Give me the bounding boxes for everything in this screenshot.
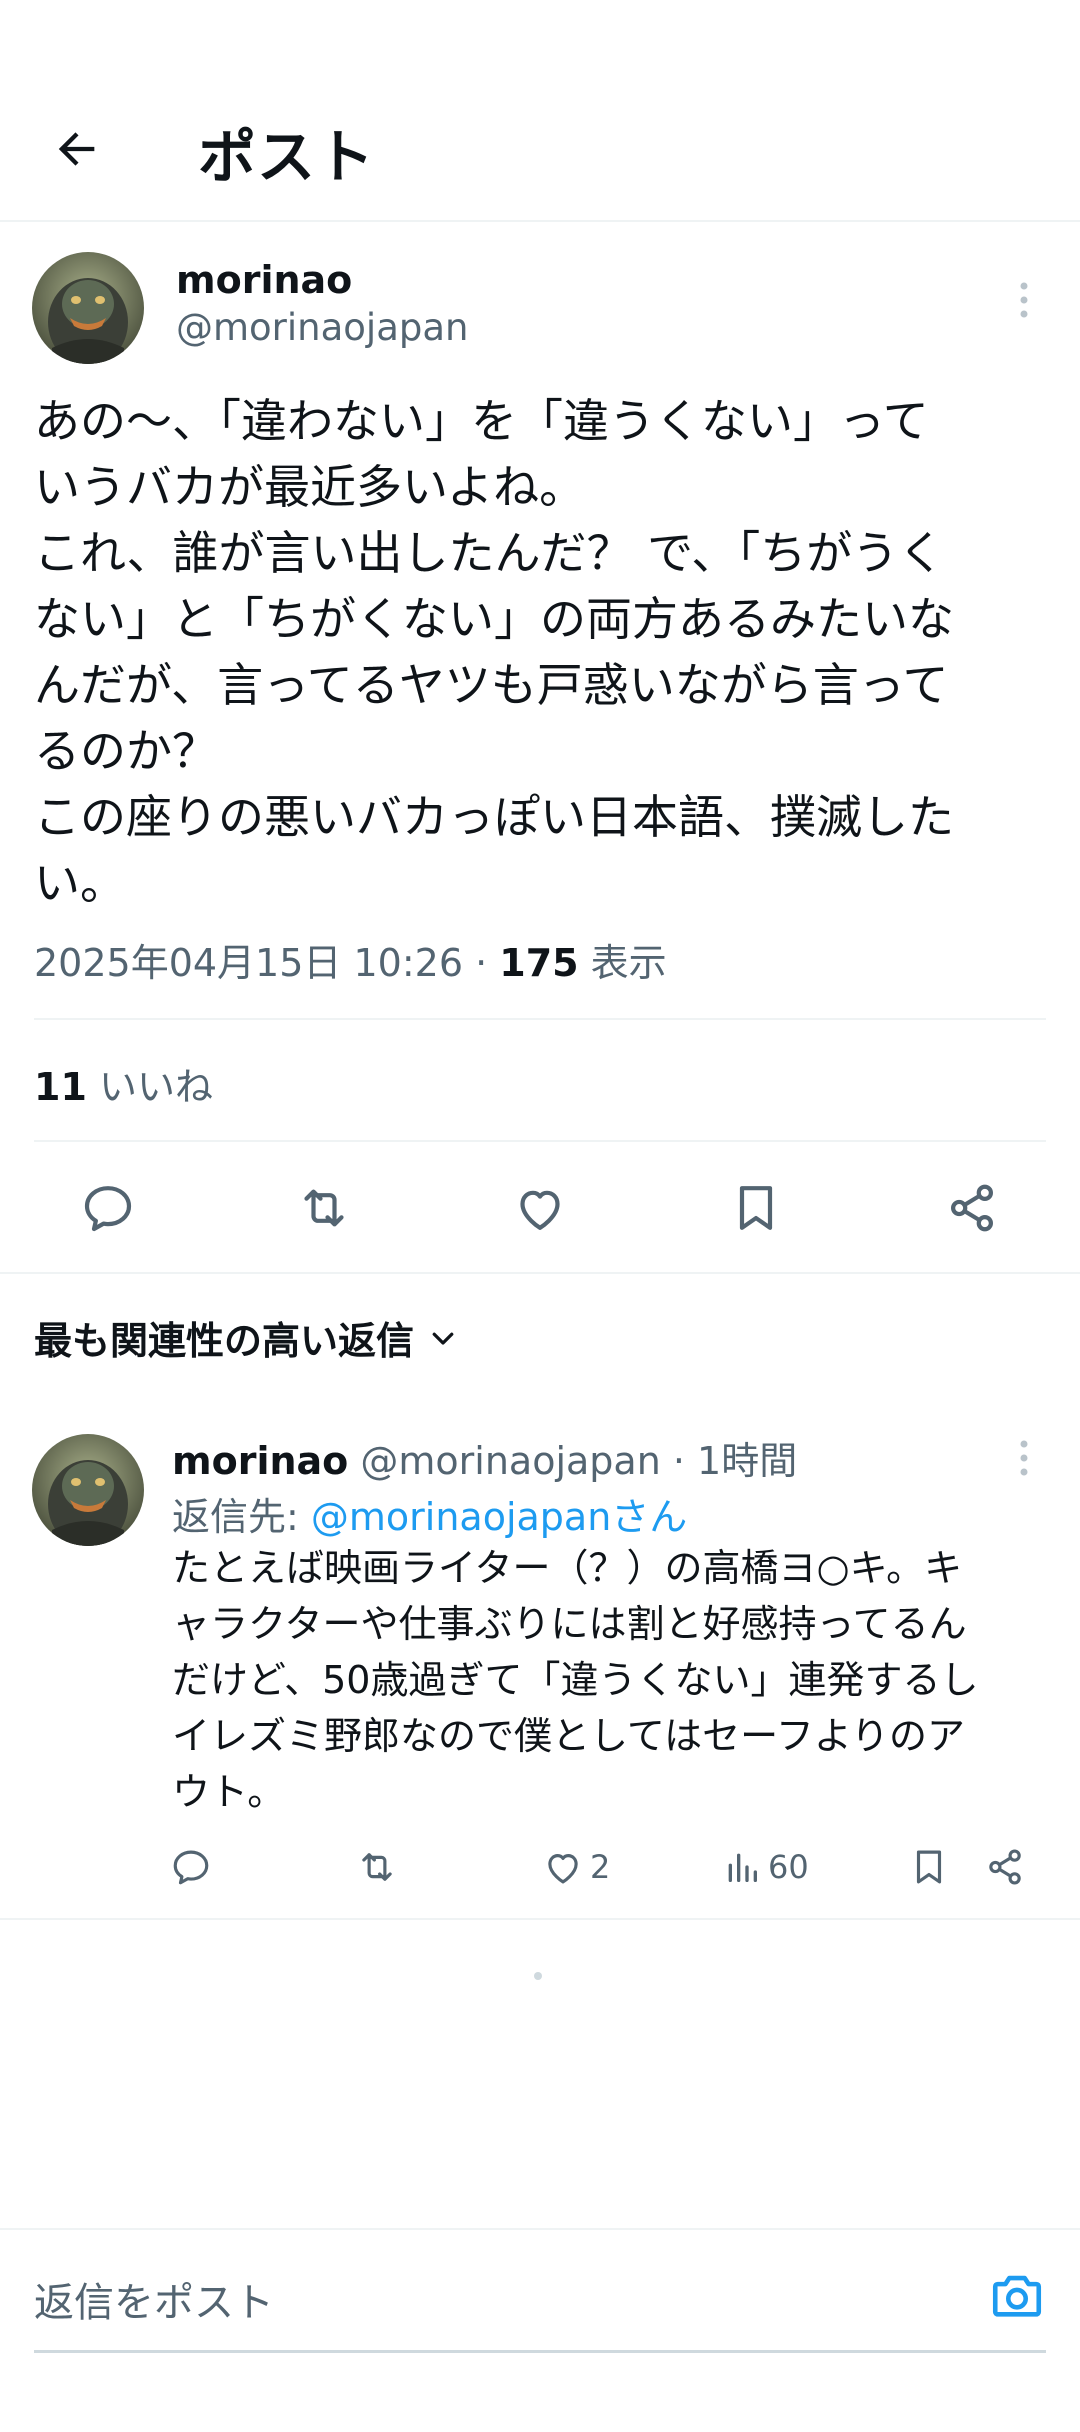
more-options-button[interactable]: [1004, 270, 1044, 330]
reply-likes-count: 2: [590, 1848, 611, 1886]
avatar[interactable]: [32, 252, 144, 364]
divider: [34, 1018, 1046, 1020]
reply-icon: [84, 1186, 132, 1232]
reply-avatar[interactable]: [32, 1434, 144, 1546]
like-icon: [548, 1854, 578, 1884]
divider: [0, 1272, 1080, 1274]
analytics-icon: [728, 1853, 757, 1882]
reply-to-link[interactable]: @morinaojapanさん: [311, 1495, 687, 1539]
reply-composer-input[interactable]: 返信をポスト: [34, 2270, 274, 2328]
share-button[interactable]: [936, 1172, 1008, 1244]
bookmark-button[interactable]: [720, 1172, 792, 1244]
replies-sort-dropdown[interactable]: 最も関連性の高い返信: [34, 1310, 458, 1365]
reply-to-prefix: 返信先:: [172, 1495, 311, 1539]
reply-header: morinao @morinaojapan · 1時間: [172, 1430, 797, 1485]
reply-views-button[interactable]: 60: [722, 1844, 809, 1890]
post-detail-screen: ポスト morinao @morinaojapan あの〜、「違わない」を「違う…: [0, 0, 1080, 2432]
reply-share-button[interactable]: [984, 1844, 1026, 1890]
reply-time: · 1時間: [660, 1439, 798, 1483]
reply-like-button[interactable]: 2: [542, 1844, 610, 1890]
avatar-image-icon: [32, 1434, 144, 1546]
replies-sort-label: 最も関連性の高い返信: [34, 1319, 415, 1363]
reply-reply-button[interactable]: [170, 1844, 212, 1890]
composer-divider: [0, 2228, 1080, 2230]
divider: [0, 1918, 1080, 1920]
reply-author-handle[interactable]: @morinaojapan: [360, 1439, 660, 1483]
reply-repost-button[interactable]: [356, 1844, 398, 1890]
reply-author-name[interactable]: morinao: [172, 1439, 348, 1483]
camera-button[interactable]: [984, 2262, 1050, 2328]
camera-icon: [992, 2275, 1042, 2317]
author-handle[interactable]: @morinaojapan: [176, 306, 469, 349]
reply-icon: [173, 1850, 209, 1885]
post-timestamp[interactable]: 2025年04月15日 10:26: [34, 941, 463, 985]
top-app-bar: ポスト: [0, 90, 1080, 222]
repost-icon: [304, 1189, 344, 1227]
loading-indicator: [534, 1972, 542, 1980]
chevron-down-icon: [432, 1332, 454, 1345]
like-icon: [520, 1190, 560, 1230]
post-meta: 2025年04月15日 10:26 · 175 表示: [34, 932, 667, 987]
page-title: ポスト: [198, 123, 376, 191]
arrow-left-icon: [58, 132, 95, 166]
more-vertical-icon: [1020, 1440, 1028, 1476]
repost-button[interactable]: [288, 1172, 360, 1244]
views-count: 175: [499, 941, 579, 985]
post-text: あの〜、「違わない」を「違うくない」って いうバカが最近多いよね。 これ、誰が言…: [34, 394, 954, 910]
reply-text: たとえば映画ライター（？）の高橋ヨ○キ。キ ャラクターや仕事ぶりには割と好感持っ…: [172, 1546, 979, 1814]
reply-views-count: 60: [768, 1848, 809, 1886]
reply-more-options-button[interactable]: [1004, 1428, 1044, 1488]
reply-to-line: 返信先: @morinaojapanさん: [172, 1486, 687, 1541]
author-name[interactable]: morinao: [176, 258, 352, 302]
reply-button[interactable]: [72, 1172, 144, 1244]
reply-bookmark-button[interactable]: [908, 1844, 950, 1890]
likes-count: 11: [34, 1065, 87, 1109]
share-icon: [989, 1849, 1021, 1885]
more-vertical-icon: [1020, 282, 1028, 318]
share-icon: [951, 1184, 993, 1232]
bookmark-icon: [916, 1850, 942, 1884]
header-divider: [0, 220, 1080, 222]
back-button[interactable]: [44, 116, 110, 182]
bookmark-icon: [739, 1186, 773, 1230]
avatar-image-icon: [32, 252, 144, 364]
views-label: 表示: [578, 941, 667, 985]
like-button[interactable]: [504, 1172, 576, 1244]
meta-separator: ·: [463, 941, 500, 985]
repost-icon: [362, 1853, 392, 1881]
likes-summary[interactable]: 11 いいね: [34, 1056, 213, 1111]
likes-label: いいね: [86, 1065, 213, 1109]
composer-underline: [34, 2350, 1046, 2353]
divider: [34, 1140, 1046, 1142]
